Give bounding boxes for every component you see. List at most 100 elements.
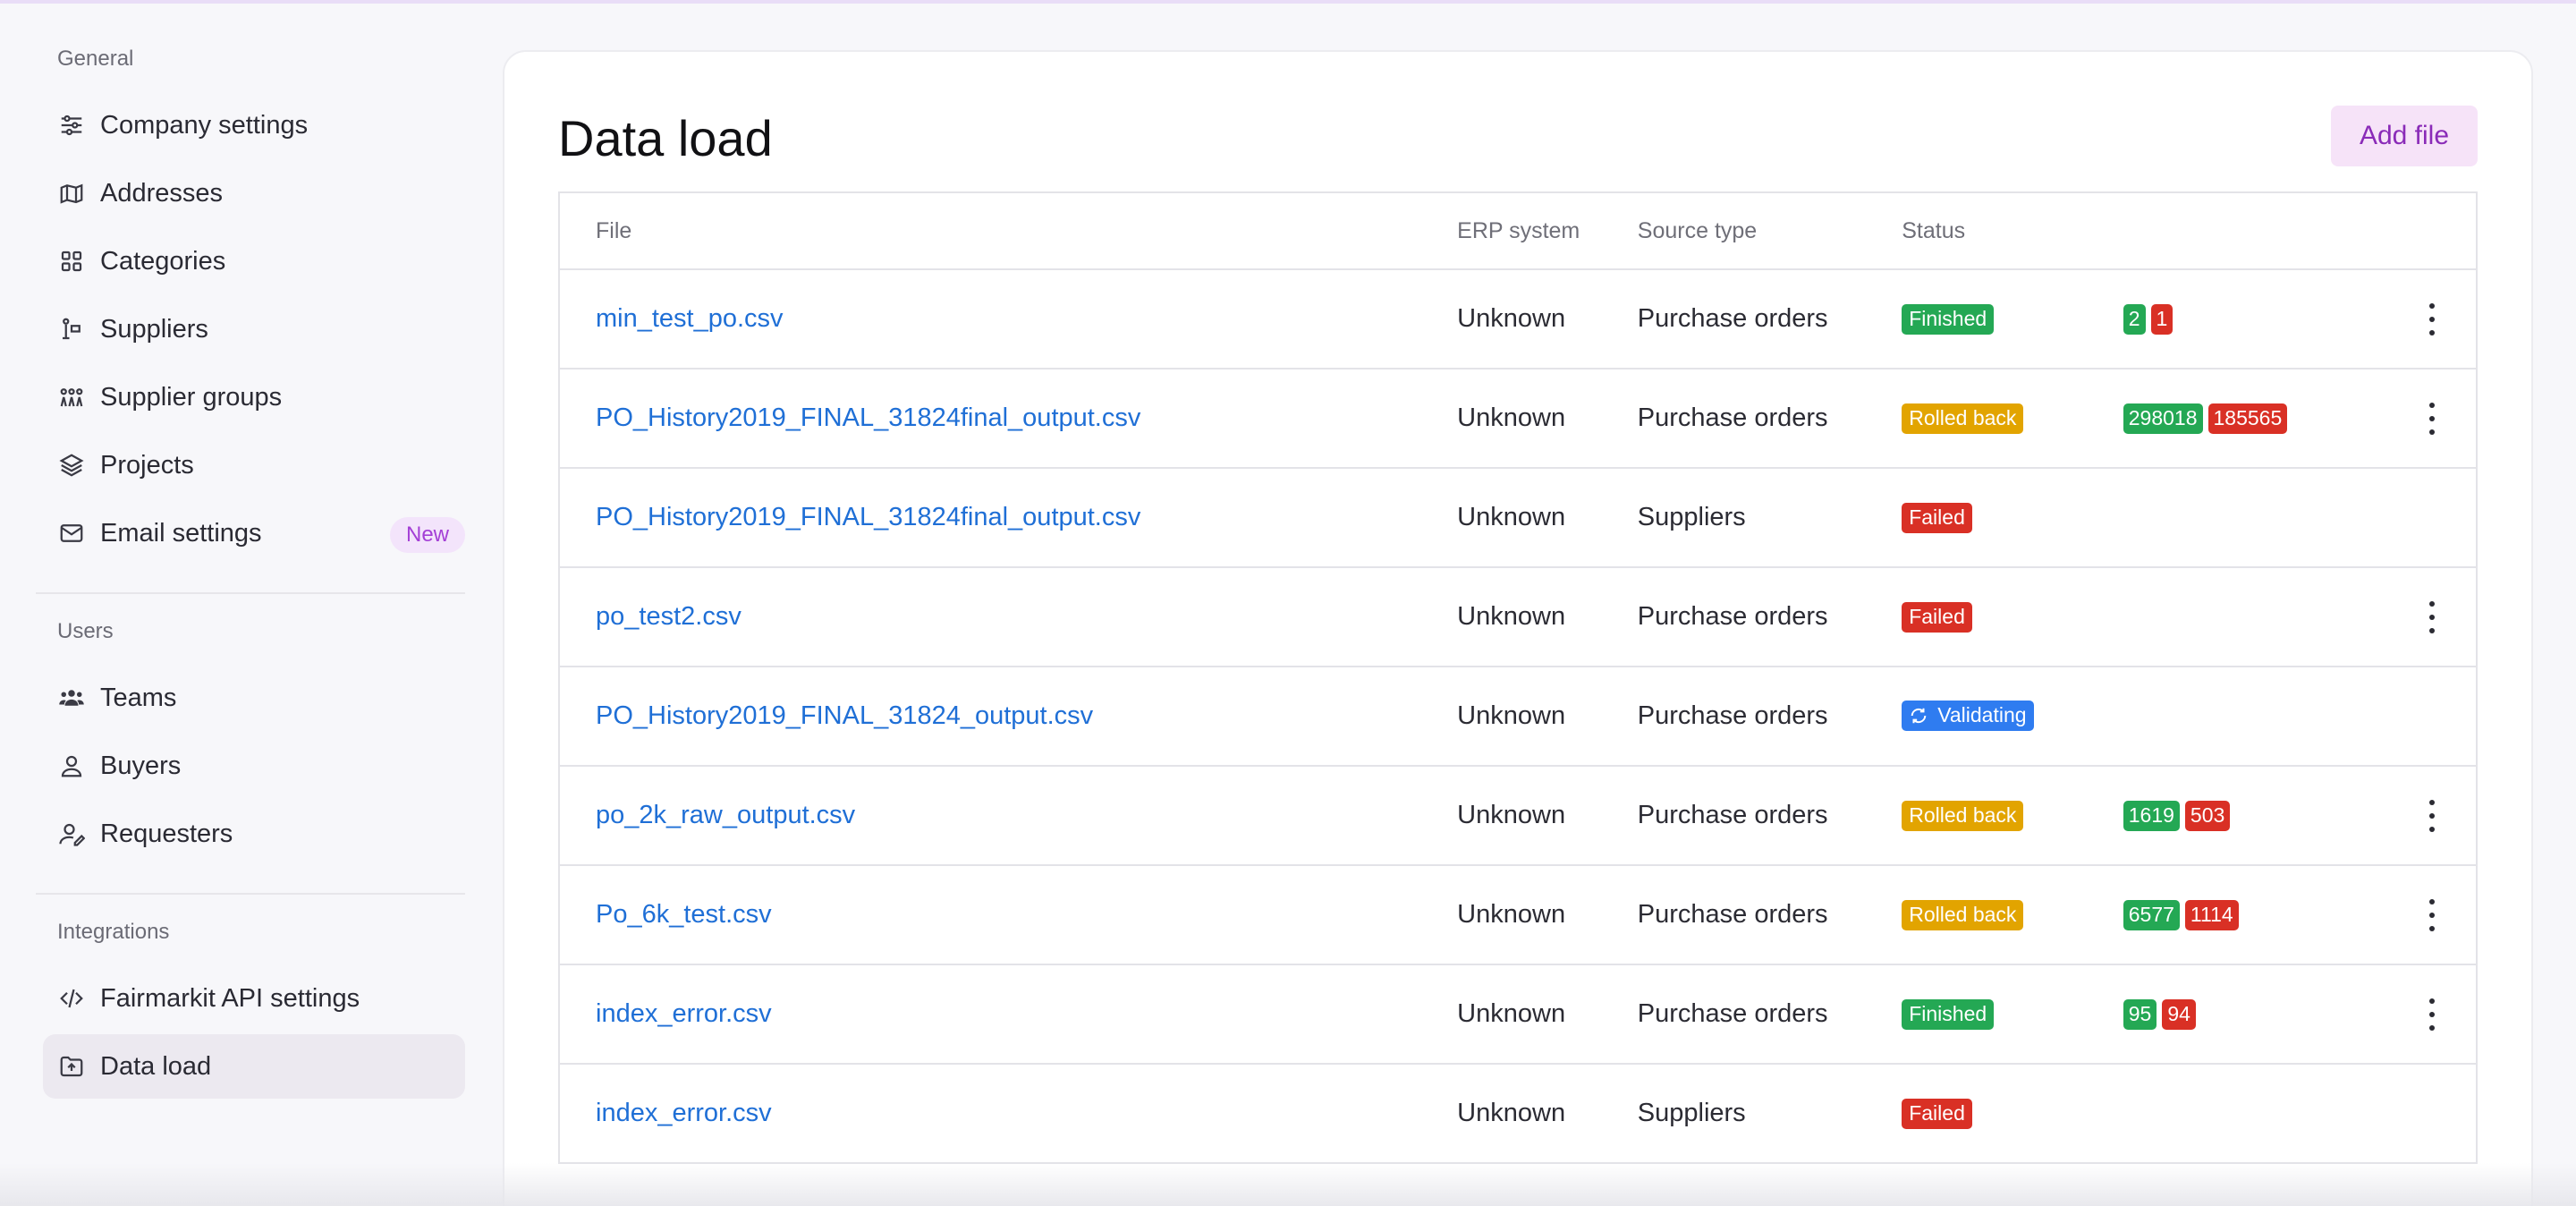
add-file-button[interactable]: Add file: [2331, 106, 2478, 166]
status-cell: Failed: [1902, 502, 2123, 533]
sidebar-item-buyers[interactable]: Buyers: [36, 734, 465, 798]
status-cell: Failed: [1902, 1098, 2123, 1129]
counts-cell: 6577 1114: [2123, 899, 2388, 930]
status-cell: Rolled back: [1902, 899, 2123, 930]
table-row: min_test_po.csv Unknown Purchase orders Fin…: [560, 270, 2476, 369]
grid-icon: [57, 247, 86, 276]
file-link[interactable]: index_error.csv: [596, 1099, 772, 1127]
sidebar-item-projects[interactable]: Projects: [36, 433, 465, 497]
more-options-icon[interactable]: [2428, 600, 2436, 633]
success-count-badge: 95: [2123, 998, 2157, 1030]
more-options-icon[interactable]: [2428, 998, 2436, 1031]
sidebar-item-addresses[interactable]: Addresses: [36, 161, 465, 225]
user-icon: [57, 752, 86, 780]
table-row: index_error.csv Unknown Purchase orders Fin…: [560, 965, 2476, 1065]
sidebar-item-supplier-groups[interactable]: Supplier groups: [36, 365, 465, 429]
success-count-badge: 6577: [2123, 899, 2180, 930]
file-cell: po_test2.csv: [560, 602, 1457, 632]
sidebar-item-fairmarkit-api-settings[interactable]: Fairmarkit API settings: [36, 966, 465, 1031]
more-options-icon[interactable]: [2428, 799, 2436, 832]
error-count-badge: 1: [2150, 303, 2174, 335]
sidebar-item-categories[interactable]: Categories: [36, 229, 465, 293]
status-cell: Finished: [1902, 303, 2123, 335]
status-cell: Finished: [1902, 998, 2123, 1030]
status-label: Finished: [1909, 307, 1987, 331]
menu-cell: [2388, 600, 2476, 633]
sidebar-item-email-settings[interactable]: Email settings New: [36, 501, 465, 565]
erp-cell: Unknown: [1457, 503, 1566, 531]
menu-cell: [2388, 898, 2476, 931]
file-cell: PO_History2019_FINAL_31824final_output.c…: [560, 403, 1457, 433]
mail-icon: [57, 519, 86, 548]
file-cell: min_test_po.csv: [560, 304, 1457, 334]
column-header-file[interactable]: File: [560, 218, 1457, 244]
erp-cell: Unknown: [1457, 304, 1566, 333]
erp-cell: Unknown: [1457, 701, 1566, 730]
status-badge: Finished: [1902, 998, 1995, 1030]
sidebar-item-label: Projects: [100, 450, 194, 480]
file-link[interactable]: PO_History2019_FINAL_31824final_output.c…: [596, 503, 1140, 531]
sidebar-item-suppliers[interactable]: Suppliers: [36, 297, 465, 361]
source-type-cell: Purchase orders: [1637, 403, 1828, 432]
sidebar-item-requesters[interactable]: Requesters: [36, 802, 465, 866]
status-label: Finished: [1909, 1002, 1987, 1026]
erp-cell: Unknown: [1457, 900, 1566, 929]
status-cell: Failed: [1902, 601, 2123, 633]
file-link[interactable]: PO_History2019_FINAL_31824_output.csv: [596, 701, 1093, 730]
map-pin-icon: [57, 179, 86, 208]
sidebar-item-company-settings[interactable]: Company settings: [36, 93, 465, 157]
error-count-badge: 1114: [2184, 899, 2239, 930]
layers-icon: [57, 451, 86, 480]
sidebar-item-label: Email settings: [100, 518, 262, 548]
table-row: PO_History2019_FINAL_31824final_output.c…: [560, 369, 2476, 469]
file-link[interactable]: po_test2.csv: [596, 602, 741, 631]
status-label: Failed: [1909, 1101, 1965, 1125]
file-cell: index_error.csv: [560, 999, 1457, 1029]
sidebar-section-title: Integrations: [57, 920, 170, 944]
status-label: Failed: [1909, 505, 1965, 530]
column-header-status[interactable]: Status: [1902, 218, 2123, 244]
team-icon: [57, 684, 86, 712]
file-link[interactable]: Po_6k_test.csv: [596, 900, 772, 929]
column-header-source[interactable]: Source type: [1638, 218, 1902, 244]
sidebar-item-data-load[interactable]: Data load: [43, 1034, 465, 1099]
success-count-badge: 1619: [2123, 800, 2180, 831]
source-type-cell: Suppliers: [1637, 1099, 1746, 1127]
erp-cell: Unknown: [1457, 999, 1566, 1028]
sidebar-section-title: General: [57, 47, 134, 71]
file-link[interactable]: min_test_po.csv: [596, 304, 784, 333]
main-panel: Data load Add file File ERP system Sourc…: [503, 50, 2533, 1206]
status-label: Rolled back: [1909, 803, 2017, 828]
file-link[interactable]: PO_History2019_FINAL_31824final_output.c…: [596, 403, 1140, 432]
column-header-erp[interactable]: ERP system: [1457, 218, 1638, 244]
sidebar-item-teams[interactable]: Teams: [36, 666, 465, 730]
more-options-icon[interactable]: [2428, 302, 2436, 335]
source-type-cell: Purchase orders: [1637, 900, 1828, 929]
success-count-badge: 298018: [2123, 403, 2203, 434]
sidebar-item-label: Buyers: [100, 751, 182, 780]
file-cell: po_2k_raw_output.csv: [560, 801, 1457, 830]
source-type-cell: Purchase orders: [1637, 801, 1828, 829]
status-label: Rolled back: [1909, 903, 2017, 927]
menu-cell: [2388, 799, 2476, 832]
more-options-icon[interactable]: [2428, 898, 2436, 931]
erp-cell: Unknown: [1457, 1099, 1566, 1127]
counts-cell: 298018 185565: [2123, 403, 2388, 434]
error-count-badge: 185565: [2207, 403, 2288, 434]
file-cell: PO_History2019_FINAL_31824final_output.c…: [560, 503, 1457, 532]
file-link[interactable]: index_error.csv: [596, 999, 772, 1028]
code-icon: [57, 984, 86, 1013]
more-options-icon[interactable]: [2428, 402, 2436, 435]
status-badge: Rolled back: [1902, 800, 2024, 831]
menu-cell: [2388, 998, 2476, 1031]
source-type-cell: Suppliers: [1637, 503, 1746, 531]
data-load-table: File ERP system Source type Status min_t…: [558, 191, 2478, 1164]
sidebar-item-label: Categories: [100, 246, 226, 276]
file-link[interactable]: po_2k_raw_output.csv: [596, 801, 855, 829]
status-badge: Failed: [1902, 601, 1972, 633]
success-count-badge: 2: [2123, 303, 2146, 335]
status-label: Rolled back: [1909, 406, 2017, 430]
file-cell: PO_History2019_FINAL_31824_output.csv: [560, 701, 1457, 731]
sidebar-divider: [36, 893, 465, 895]
new-badge: New: [389, 517, 465, 553]
